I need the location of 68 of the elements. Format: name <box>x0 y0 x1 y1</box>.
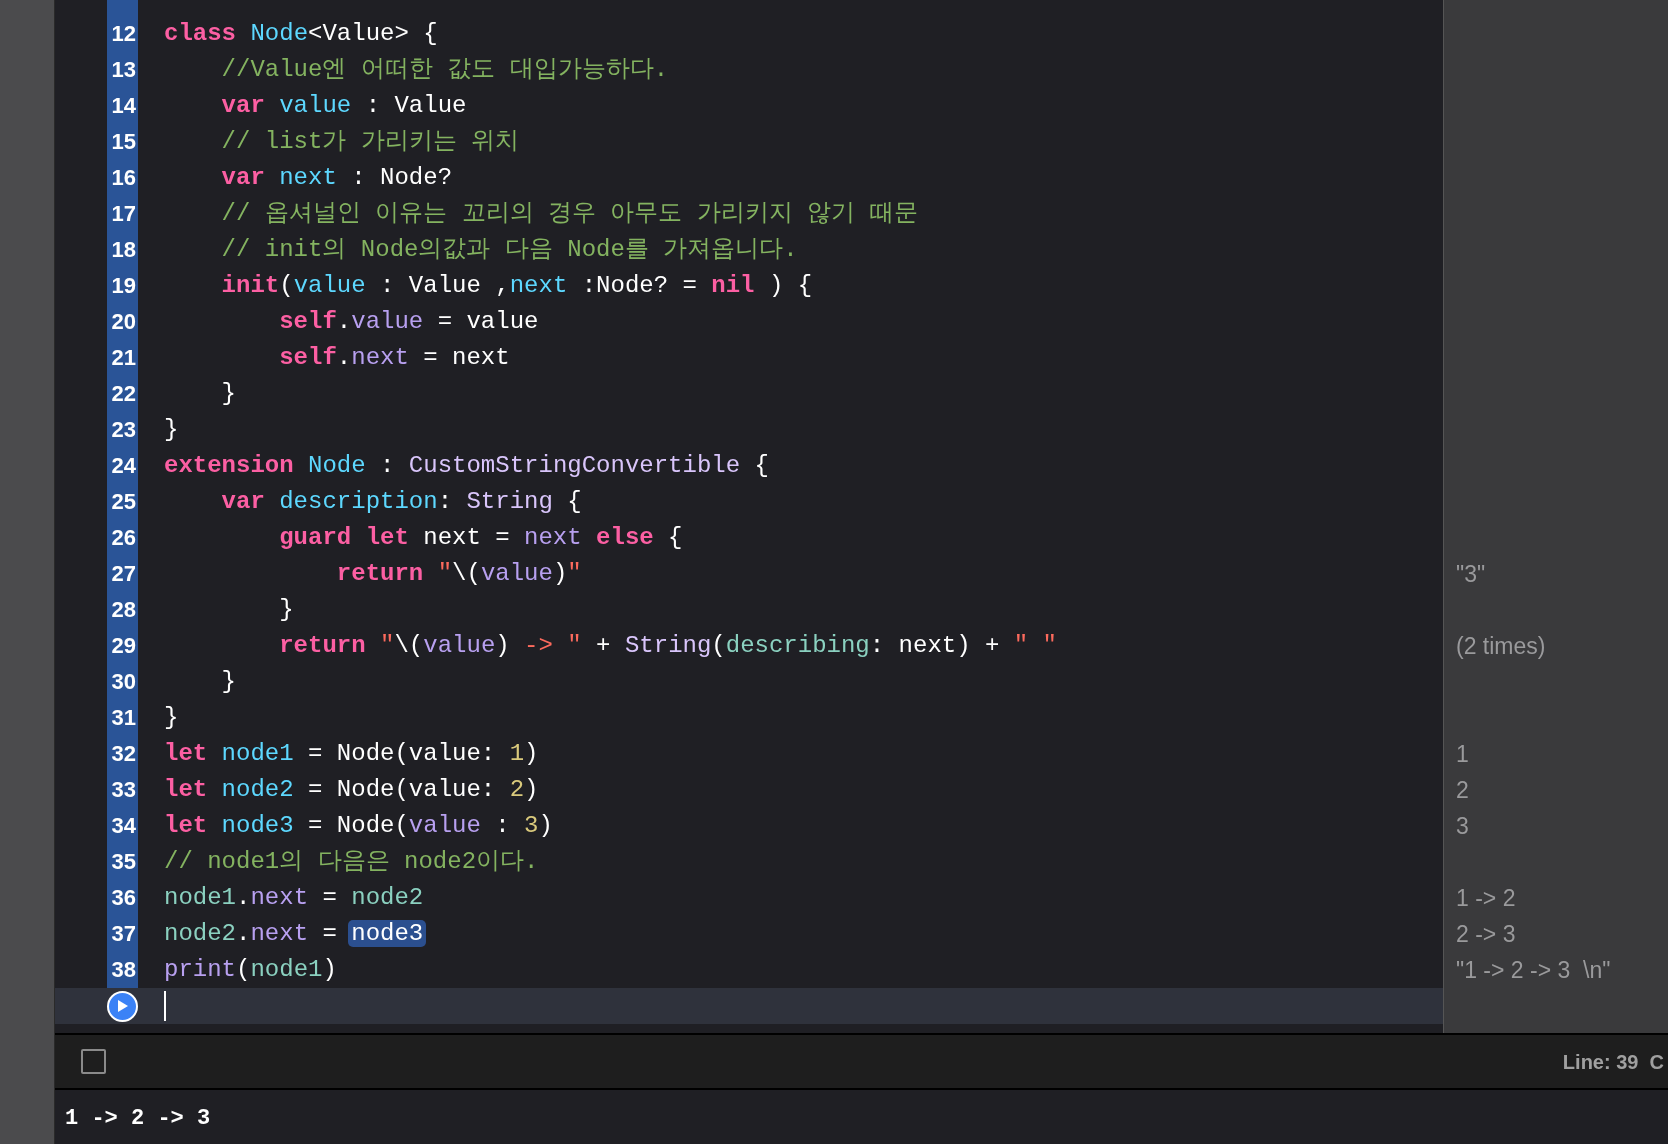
code-line: } <box>278 595 294 625</box>
result-value[interactable]: 1 <box>1456 742 1469 766</box>
line-number: 35 <box>111 851 137 873</box>
code-line: extension Node : CustomStringConvertible { <box>164 451 769 481</box>
line-number: 26 <box>111 527 137 549</box>
line-number: 30 <box>111 671 137 693</box>
line-number: 23 <box>111 419 137 441</box>
console-toggle[interactable] <box>81 1049 106 1074</box>
cursor-position: Line: 39 C <box>1562 1049 1664 1075</box>
line-number: 15 <box>111 131 137 153</box>
line-number: 31 <box>111 707 137 729</box>
code-line: } <box>220 667 236 697</box>
line-number: 33 <box>111 779 137 801</box>
code-line: // init의 Node의값과 다음 Node를 가져옵니다. <box>220 235 798 265</box>
result-value[interactable]: 3 <box>1456 814 1469 838</box>
code-line: self.value = value <box>278 307 539 337</box>
line-number: 36 <box>111 887 137 909</box>
result-value[interactable]: 1 -> 2 <box>1456 886 1516 910</box>
code-line: self.next = next <box>278 343 510 373</box>
code-line: let node3 = Node(value : 3) <box>164 811 553 841</box>
code-line: // list가 가리키는 위치 <box>220 127 520 157</box>
code-line: var next : Node? <box>220 163 453 193</box>
line-number: 18 <box>111 239 137 261</box>
result-value[interactable]: 2 -> 3 <box>1456 922 1516 946</box>
code-line: print(node1) <box>164 955 337 985</box>
code-line: // 옵셔널인 이유는 꼬리의 경우 아무도 가리키지 않기 때문 <box>220 199 918 229</box>
line-number: 27 <box>111 563 137 585</box>
code-line: init(value : Value ,next :Node? = nil ) { <box>220 271 813 301</box>
line-number: 34 <box>111 815 137 837</box>
console-output: 1 -> 2 -> 3 <box>65 1106 211 1131</box>
code-line: node1.next = node2 <box>164 883 424 913</box>
line-number: 16 <box>111 167 137 189</box>
code-line: //Value엔 어떠한 값도 대입가능하다. <box>220 55 669 85</box>
code-line: } <box>220 379 236 409</box>
result-value[interactable]: "3" <box>1456 562 1486 586</box>
line-number: 22 <box>111 383 137 405</box>
play-icon <box>116 999 129 1013</box>
line-number: 29 <box>111 635 137 657</box>
code-line: } <box>164 703 179 733</box>
code-line: let node1 = Node(value: 1) <box>164 739 539 769</box>
code-line: var description: String { <box>220 487 582 517</box>
result-value[interactable]: "1 -> 2 -> 3 \n" <box>1456 958 1611 982</box>
text-cursor <box>164 991 166 1021</box>
line-number: 14 <box>111 95 137 117</box>
line-number: 37 <box>111 923 137 945</box>
code-line: var value : Value <box>220 91 467 121</box>
line-number: 12 <box>111 23 137 45</box>
code-line: guard let next = next else { <box>278 523 683 553</box>
line-number: 32 <box>111 743 137 765</box>
result-value[interactable]: (2 times) <box>1456 634 1546 658</box>
line-number: 28 <box>111 599 137 621</box>
code-line: return "\(value) -> " + String(describing: next) + " " <box>278 631 1058 661</box>
code-line: } <box>164 415 179 445</box>
code-line: let node2 = Node(value: 2) <box>164 775 539 805</box>
result-value[interactable]: 2 <box>1456 778 1469 802</box>
run-button[interactable] <box>107 990 138 1022</box>
line-number: 13 <box>111 59 137 81</box>
line-number: 38 <box>111 959 137 981</box>
code-line: // node1의 다음은 node2이다. <box>164 847 539 877</box>
line-number: 20 <box>111 311 137 333</box>
code-line: node2.next = node3 <box>164 919 424 949</box>
line-number: 19 <box>111 275 137 297</box>
line-number: 21 <box>111 347 137 369</box>
code-line: return "\(value)" <box>335 559 582 589</box>
line-number: 25 <box>111 491 137 513</box>
line-number: 24 <box>111 455 137 477</box>
line-number: 17 <box>111 203 137 225</box>
code-line: class Node<Value> { <box>164 19 438 49</box>
